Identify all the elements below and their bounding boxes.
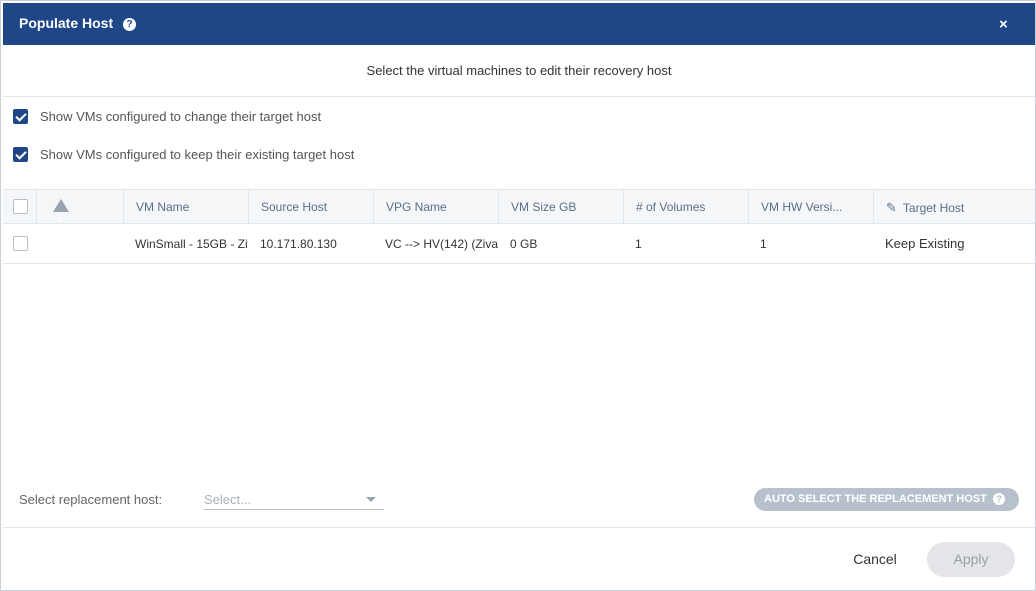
populate-host-dialog: Populate Host ? × Select the virtual mac… — [0, 0, 1036, 591]
column-header-target-host[interactable]: ✎ Target Host — [873, 190, 1035, 223]
select-all-cell — [3, 190, 36, 223]
filter-keep-target-checkbox[interactable] — [13, 146, 28, 162]
cancel-button[interactable]: Cancel — [837, 546, 913, 572]
filter-change-target-checkbox[interactable] — [13, 108, 28, 124]
warning-column-header[interactable] — [36, 190, 123, 223]
filter-change-target-label: Show VMs configured to change their targ… — [40, 108, 322, 124]
caret-down-icon — [366, 497, 376, 502]
column-header-target-host-label: Target Host — [902, 201, 965, 215]
apply-button[interactable]: Apply — [927, 542, 1015, 577]
auto-select-host-button[interactable]: AUTO SELECT THE REPLACEMENT HOST ? — [754, 488, 1019, 511]
footer-divider — [3, 527, 1035, 528]
pencil-icon: ✎ — [886, 200, 897, 215]
dialog-subtitle: Select the virtual machines to edit thei… — [366, 63, 672, 78]
cell-vpg-name: VC --> HV(142) (Ziva) — [385, 237, 498, 251]
table-row[interactable]: WinSmall - 15GB - Ziva 10.171.80.130 VC … — [3, 224, 1035, 264]
row-checkbox[interactable] — [13, 236, 28, 251]
column-header-vm-size[interactable]: VM Size GB — [498, 190, 623, 223]
replacement-host-select[interactable]: Select... — [204, 489, 384, 510]
row-select-cell — [3, 224, 36, 264]
dialog-title: Populate Host — [19, 15, 114, 31]
select-all-checkbox[interactable] — [13, 199, 28, 214]
cell-volumes: 1 — [635, 237, 642, 251]
column-header-volumes[interactable]: # of Volumes — [623, 190, 748, 223]
cell-source-host: 10.171.80.130 — [260, 237, 337, 251]
cell-vm-size: 0 GB — [510, 237, 538, 251]
replacement-host-select-value: Select... — [204, 492, 251, 507]
column-header-vpg-name[interactable]: VPG Name — [373, 190, 498, 223]
auto-select-host-label: AUTO SELECT THE REPLACEMENT HOST — [764, 493, 987, 505]
dialog-header: Populate Host ? × — [3, 3, 1035, 45]
column-header-vm-name[interactable]: VM Name — [123, 190, 248, 223]
filter-change-target[interactable]: Show VMs configured to change their targ… — [13, 107, 321, 125]
column-header-hw-version[interactable]: VM HW Versi... — [748, 190, 873, 223]
table-header: VM Name Source Host VPG Name VM Size GB … — [3, 189, 1035, 224]
help-icon[interactable]: ? — [123, 18, 136, 31]
question-icon[interactable]: ? — [993, 493, 1005, 505]
cell-target-host[interactable]: Keep Existing — [873, 224, 1035, 264]
column-header-source-host[interactable]: Source Host — [248, 190, 373, 223]
warning-icon — [53, 199, 69, 223]
vm-table: VM Name Source Host VPG Name VM Size GB … — [3, 189, 1035, 264]
filter-keep-target[interactable]: Show VMs configured to keep their existi… — [13, 145, 354, 163]
cell-hw-version: 1 — [760, 237, 767, 251]
divider — [3, 96, 1035, 97]
close-icon[interactable]: × — [999, 16, 1008, 33]
replacement-host-label: Select replacement host: — [19, 492, 163, 507]
filter-keep-target-label: Show VMs configured to keep their existi… — [40, 146, 355, 162]
cell-vm-name: WinSmall - 15GB - Ziva — [135, 237, 248, 251]
